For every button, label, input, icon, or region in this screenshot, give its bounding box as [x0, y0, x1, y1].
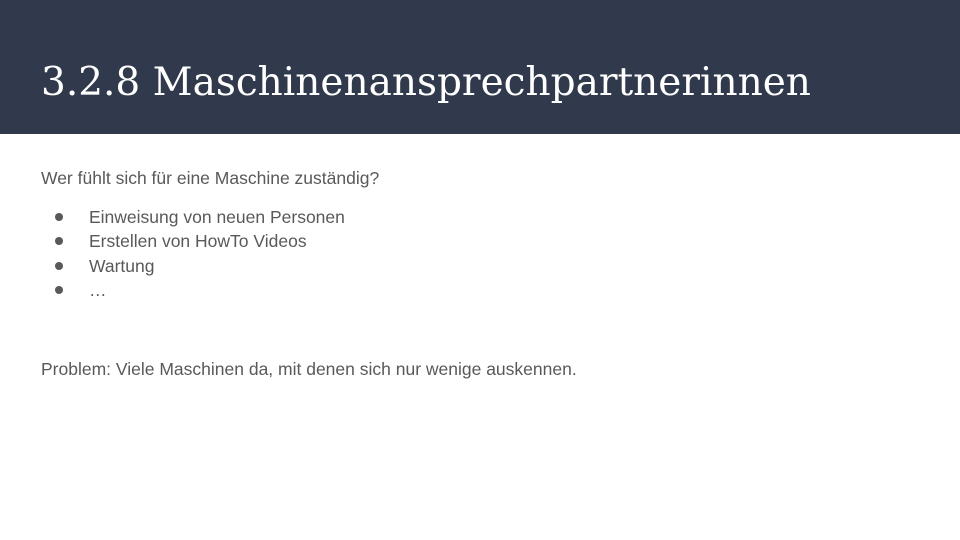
bullet-text: … [89, 279, 107, 300]
intro-text: Wer fühlt sich für eine Maschine zuständ… [41, 168, 380, 188]
bullet-text: Erstellen von HowTo Videos [89, 231, 307, 252]
bullet-text: Einweisung von neuen Personen [89, 207, 345, 227]
problem-text: Problem: Viele Maschinen da, mit denen s… [41, 359, 577, 379]
bullet-text: Wartung [89, 255, 155, 276]
slide-title: 3.2.8 Maschinenansprechpartnerinnen [41, 60, 811, 105]
bullet-dot-icon [55, 261, 63, 270]
bullet-dot-icon [55, 285, 63, 294]
bullet-dot-icon [55, 213, 63, 221]
title-bar: 3.2.8 Maschinenansprechpartnerinnen [0, 0, 960, 134]
slide: 3.2.8 Maschinenansprechpartnerinnen Wer … [0, 0, 960, 540]
bullet-dot-icon [55, 237, 63, 246]
